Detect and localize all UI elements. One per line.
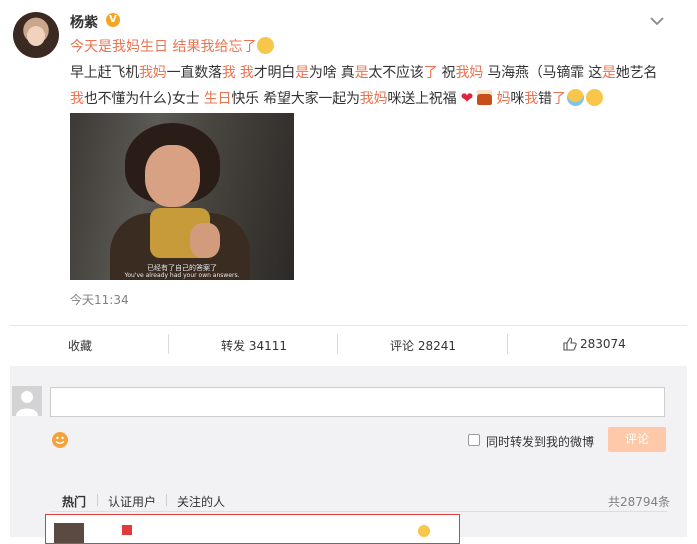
headline-text: 今天是我妈生日 结果我给忘了	[70, 39, 257, 55]
post-text-segment: 妈	[496, 91, 511, 107]
thumbs-up-icon	[563, 337, 577, 351]
post-text-segment: 了	[423, 65, 438, 81]
post-text-segment: 我妈	[455, 65, 484, 81]
like-count: 283074	[580, 337, 626, 351]
post-text-segment: 咪送上祝福	[387, 91, 461, 107]
post-text-segment: 她艺名	[615, 65, 658, 81]
post-text-segment: 了	[551, 91, 566, 107]
post-text-segment: 也不懂为什么)女士	[83, 91, 204, 107]
post-text-segment: 太不应该	[368, 65, 424, 81]
laugh-emoji-icon	[585, 89, 603, 106]
favorite-button[interactable]: 收藏	[68, 337, 92, 354]
post-text-segment: 错	[538, 91, 552, 107]
post-text-segment: 我	[70, 91, 84, 107]
comment-item[interactable]	[45, 514, 460, 544]
cake-emoji-icon	[477, 90, 493, 105]
repost-button[interactable]: 转发 34111	[221, 337, 287, 354]
divider	[97, 494, 98, 506]
post-text-segment: 我	[239, 65, 254, 81]
image-subtitle-en: You've already had your own answers.	[124, 272, 240, 279]
post-text-segment: 祝	[437, 65, 456, 81]
username[interactable]: 杨紫	[70, 12, 98, 32]
chevron-down-icon[interactable]	[648, 12, 666, 30]
divider	[166, 494, 167, 506]
post-text-segment: 我妈	[139, 65, 167, 81]
heart-emoji-icon: ❤	[460, 89, 474, 107]
filter-following[interactable]: 关注的人	[177, 493, 225, 510]
current-user-avatar	[12, 386, 42, 416]
sync-repost-label: 同时转发到我的微博	[486, 435, 595, 449]
post-text-line-1: 早上赶飞机我妈一直数落我 我才明白是为啥 真是太不应该了 祝我妈 马海燕（马镝霏…	[70, 62, 657, 82]
post-text-segment: 快乐 希望大家一起为	[231, 91, 360, 107]
post-text-segment: 是	[354, 65, 369, 81]
post-text-segment: 一直数落	[166, 65, 222, 81]
laugh-emoji-icon	[257, 37, 275, 54]
filter-hot[interactable]: 热门	[62, 493, 86, 510]
post-text-segment: 咪	[510, 91, 525, 107]
post-headline: 今天是我妈生日 结果我给忘了	[70, 36, 275, 56]
verified-badge-icon: V	[106, 13, 120, 27]
like-button[interactable]: 283074	[563, 337, 626, 351]
post-text-segment: 是	[601, 65, 616, 81]
badge-icon	[122, 525, 132, 535]
post-text-segment: 才明白	[253, 65, 296, 81]
divider	[337, 334, 338, 354]
emoji-picker-icon[interactable]	[52, 432, 68, 448]
post-text-segment: 我	[524, 91, 538, 107]
divider	[50, 511, 667, 512]
sync-repost-checkbox[interactable]	[468, 434, 480, 446]
post-text-segment: 生日	[203, 91, 232, 107]
post-image[interactable]: 已经有了自己的答案了 You've already had your own a…	[70, 113, 294, 280]
comment-button[interactable]: 评论 28241	[390, 337, 456, 354]
submit-comment-button[interactable]: 评论	[608, 427, 666, 452]
divider	[10, 325, 687, 326]
divider	[507, 334, 508, 354]
filter-verified[interactable]: 认证用户	[108, 493, 156, 510]
comment-input[interactable]	[50, 387, 665, 417]
post-text-segment: 早上赶飞机	[70, 65, 139, 81]
emoji-icon	[418, 525, 430, 537]
comment-total: 共28794条	[608, 495, 671, 509]
crying-emoji-icon	[566, 89, 584, 106]
commenter-avatar[interactable]	[54, 523, 84, 543]
avatar[interactable]	[13, 12, 59, 58]
post-text-line-2: 我也不懂为什么)女士 生日快乐 希望大家一起为我妈咪送上祝福 ❤ 妈咪我错了	[70, 88, 604, 108]
divider	[168, 334, 169, 354]
post-text-segment: 是	[295, 65, 309, 81]
post-text-segment: 为啥 真	[308, 65, 355, 81]
post-text-segment: 马海燕（马镝霏 这	[483, 65, 602, 81]
post-text-segment: 我妈	[359, 91, 388, 107]
post-text-segment: 我	[221, 65, 236, 81]
post-timestamp[interactable]: 今天11:34	[70, 291, 129, 308]
